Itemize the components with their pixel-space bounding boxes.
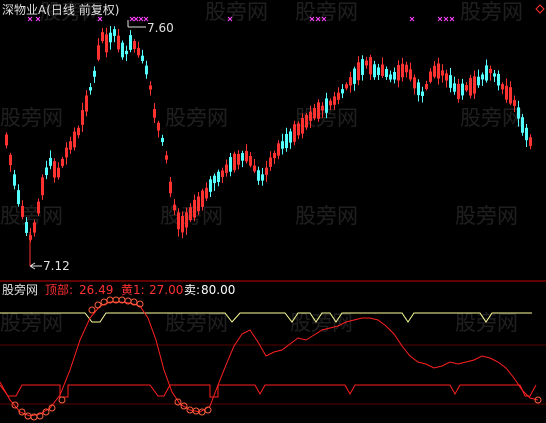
signal-circle-icon — [88, 306, 96, 314]
chart-window: 股旁网 股旁网 股旁网 股旁网 股旁网 股旁网 股旁网 股旁网 股旁网 股旁网 股旁网 股旁网 股旁网股… — [0, 0, 546, 423]
watermark-text: 股旁网 — [0, 204, 63, 228]
candle-body — [25, 222, 28, 233]
signal-cross-icon — [409, 16, 415, 22]
candle-body — [421, 91, 424, 96]
chart-title: 深物业A(日线 前复权) — [2, 3, 120, 17]
candle-body — [361, 59, 364, 75]
candle-body — [389, 74, 392, 80]
signal-cross-icon — [138, 16, 144, 22]
signal-circle-icon — [11, 401, 19, 409]
indicator-top-value: 26.49 — [79, 283, 114, 297]
watermark-text: 股旁网 — [455, 311, 518, 335]
candle-body — [17, 190, 20, 205]
watermark-text: 股旁网 — [165, 311, 228, 335]
candle-body — [13, 174, 16, 186]
candle-body — [285, 133, 288, 149]
signal-cross-icon — [133, 16, 139, 22]
candle-body — [121, 42, 124, 58]
watermark-text: 股旁网 — [0, 311, 63, 335]
signal-cross-icon — [449, 16, 455, 22]
candle-body — [325, 98, 328, 113]
candle-body — [257, 170, 260, 181]
candlestick-series — [5, 20, 532, 270]
sell-level-line — [0, 312, 532, 323]
signal-cross-icon — [437, 16, 443, 22]
candle-body — [49, 157, 52, 166]
candle-body — [129, 35, 132, 50]
signal-circle-icon — [58, 396, 66, 404]
watermark-text: 股旁网 — [0, 106, 63, 130]
candle-body — [261, 174, 264, 181]
candle-body — [385, 69, 388, 77]
candle-body — [109, 32, 112, 43]
candle-body — [161, 137, 164, 143]
candle-body — [521, 117, 524, 133]
candle-body — [125, 50, 128, 55]
candle-body — [525, 127, 528, 141]
candle-body — [45, 167, 48, 176]
candle-body — [353, 68, 356, 84]
watermark-text: 股旁网 — [165, 106, 228, 130]
watermark-text: 股旁网 — [455, 204, 518, 228]
candle-body — [453, 83, 456, 92]
baseline-step-line — [0, 384, 537, 398]
candle-body — [461, 83, 464, 96]
high-price-marker: 7.60 — [147, 21, 174, 35]
candle-body — [217, 171, 220, 182]
candle-body — [89, 87, 92, 91]
candle-body — [209, 179, 212, 192]
candle-body — [281, 141, 284, 149]
candle-body — [213, 175, 216, 184]
candle-body — [417, 82, 420, 96]
candle-body — [145, 65, 148, 75]
candle-body — [497, 73, 500, 86]
candle-body — [229, 157, 232, 172]
candle-body — [449, 75, 452, 88]
candle-body — [113, 29, 116, 36]
diamond-icon — [535, 4, 545, 14]
price-and-indicator-chart[interactable]: 股旁网 股旁网 股旁网 股旁网股旁网 股旁网 股旁网 股旁网股旁网 股旁网 股旁网 股旁网股旁网股… — [0, 0, 546, 423]
candle-body — [493, 73, 496, 77]
candle-body — [141, 55, 144, 61]
indicator-yellow-label: 黄1: — [121, 283, 145, 297]
signal-circle-icon — [94, 301, 102, 309]
signal-cross-icon — [129, 16, 135, 22]
indicator-name: 股旁网 — [2, 283, 39, 297]
watermark-text: 股旁网 — [295, 0, 358, 24]
watermark-text: 股旁网 — [295, 204, 358, 228]
watermark-text: 股旁网 — [460, 0, 523, 24]
candle-body — [241, 153, 244, 161]
watermark-text: 股旁网 — [205, 0, 268, 24]
candle-body — [485, 65, 488, 81]
candle-body — [477, 76, 480, 86]
candle-body — [517, 107, 520, 119]
indicator-sell-value: 80.00 — [201, 283, 236, 297]
indicator-yellow-value: 27.00 — [149, 283, 184, 297]
candle-body — [481, 74, 484, 80]
candle-body — [341, 89, 344, 94]
watermark-text: 股旁网 — [460, 106, 523, 130]
candle-body — [93, 70, 96, 77]
indicator-sell-label: 卖: — [184, 283, 201, 297]
low-price-marker: 7.12 — [43, 259, 70, 273]
candle-body — [289, 131, 292, 143]
signal-cross-icon — [27, 16, 33, 22]
indicator-top-label: 顶部: — [45, 283, 74, 297]
candle-body — [377, 67, 380, 76]
candle-body — [393, 71, 396, 80]
candle-body — [373, 64, 376, 78]
signal-cross-icon — [443, 16, 449, 22]
signal-circle-icon — [204, 406, 212, 414]
